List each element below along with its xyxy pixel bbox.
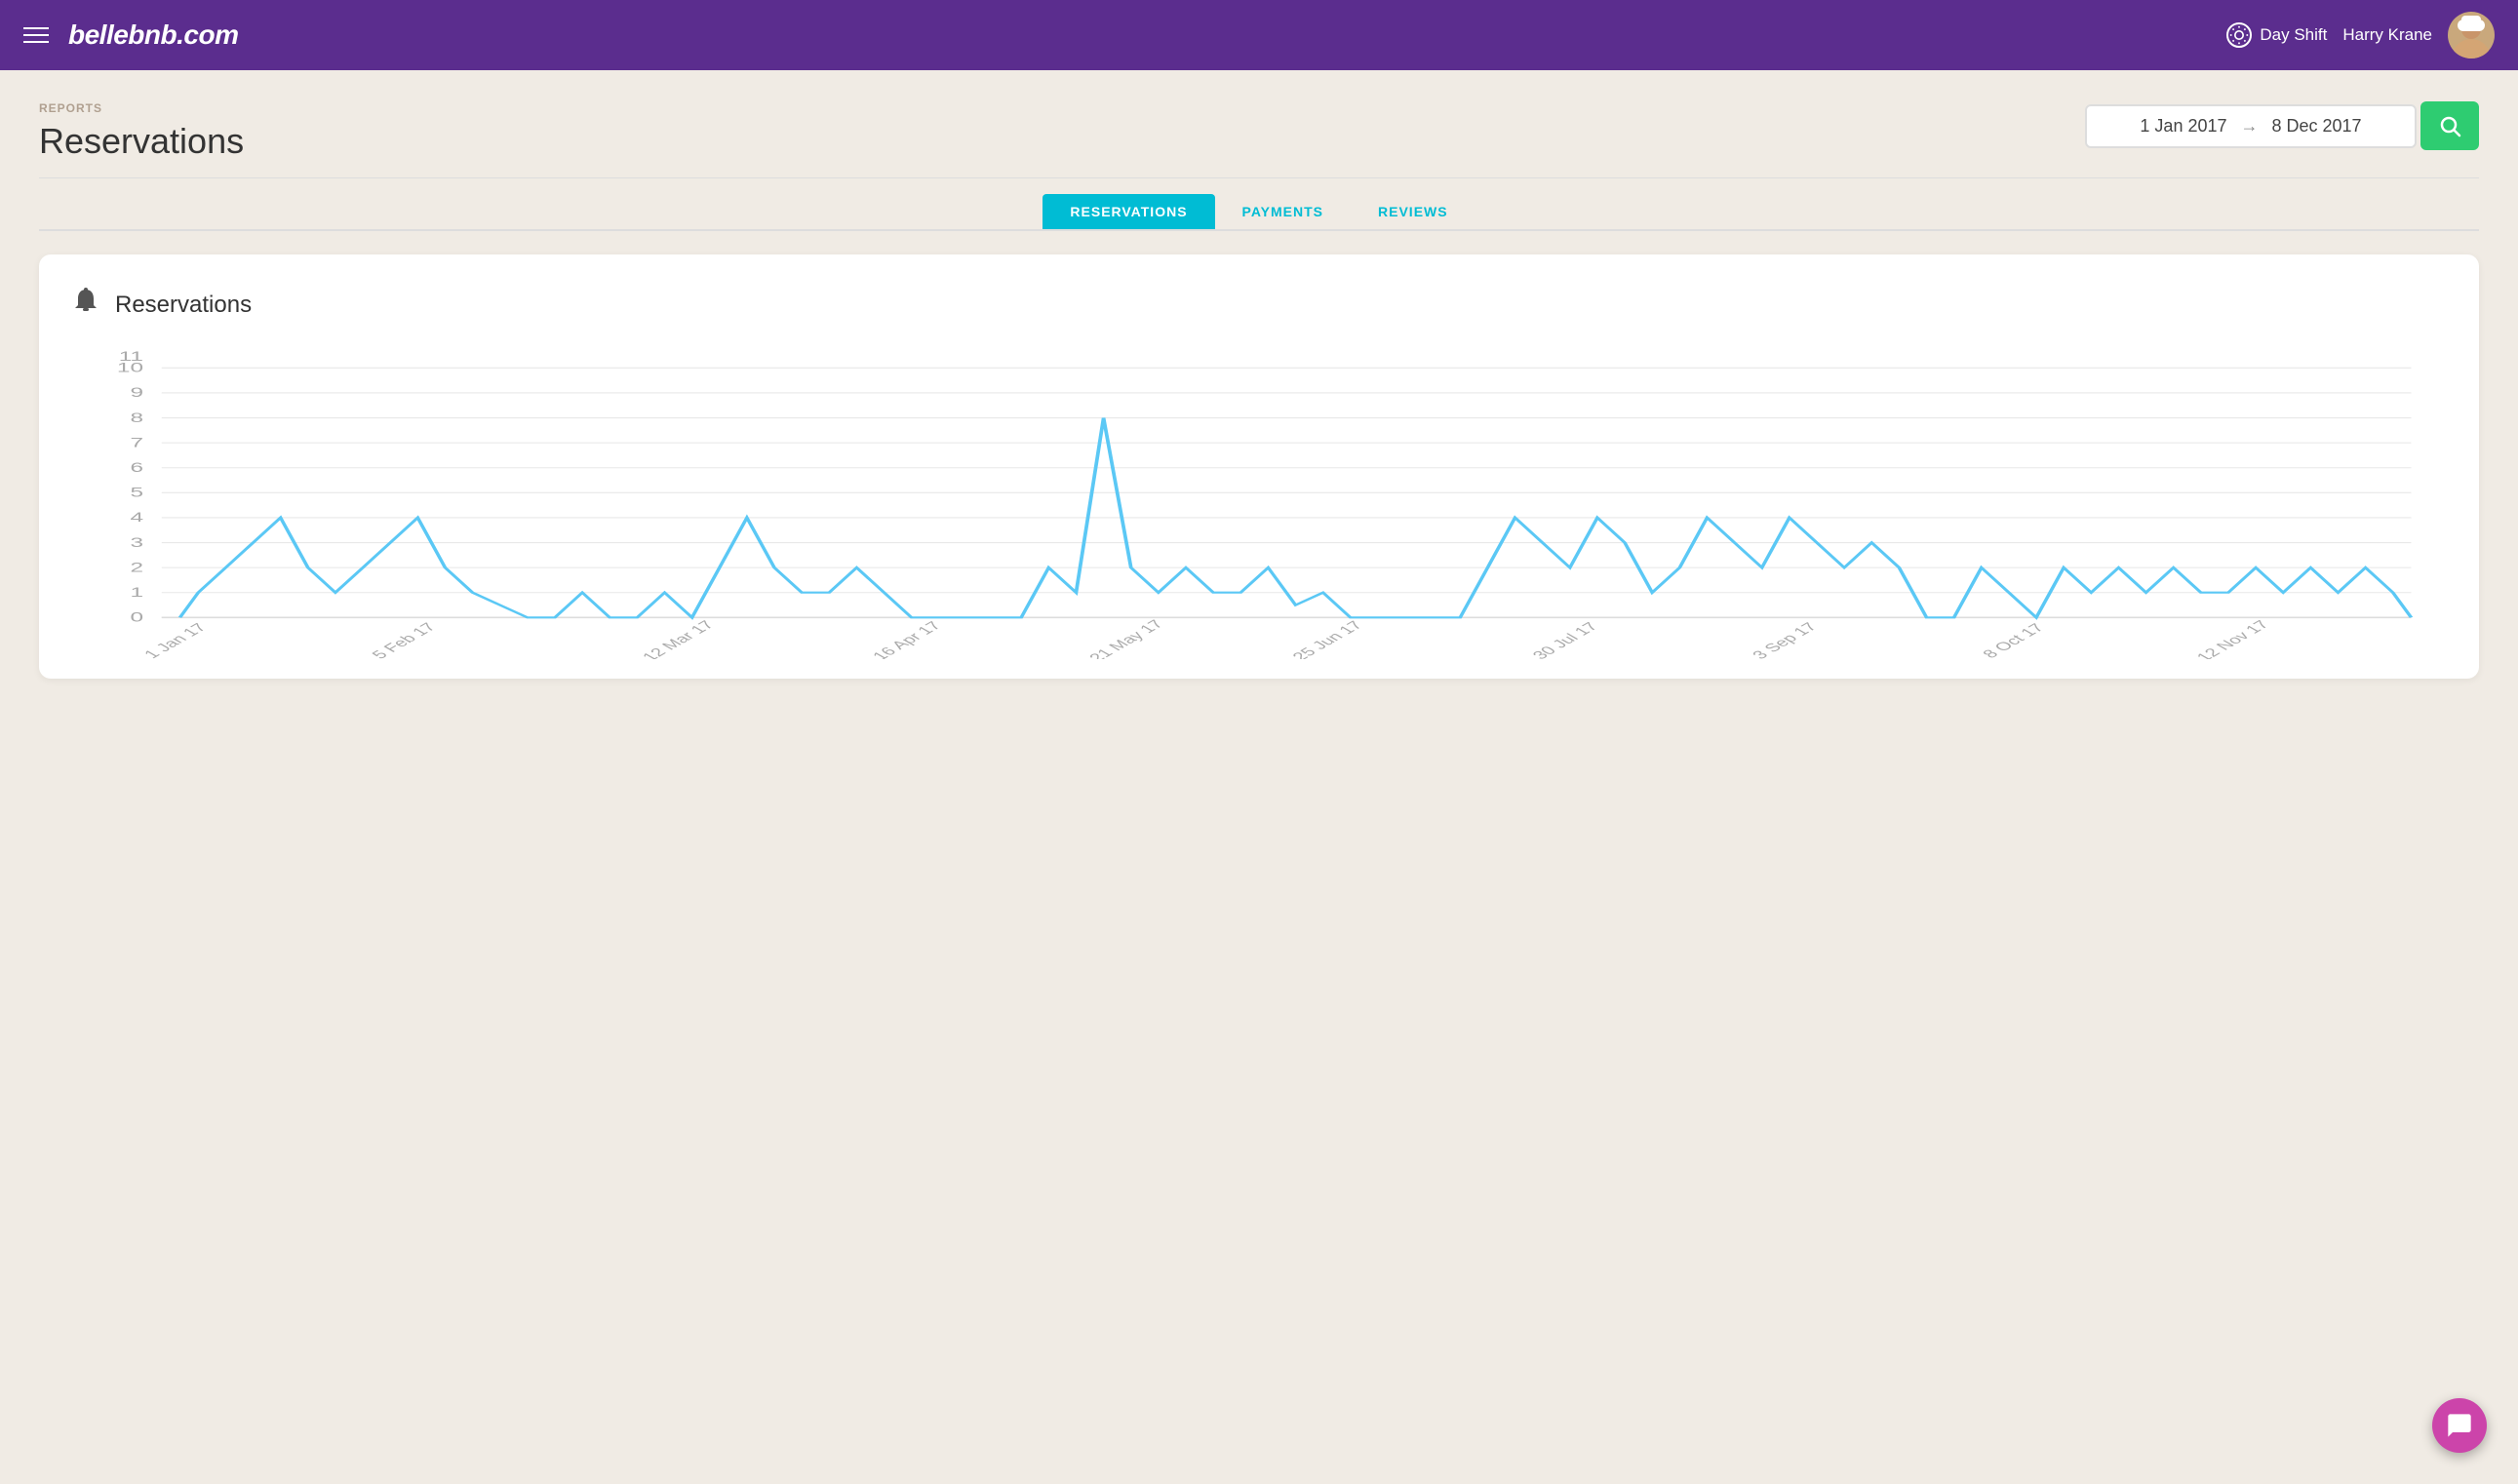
- svg-text:21 May 17: 21 May 17: [1085, 617, 1168, 659]
- day-shift-toggle[interactable]: Day Shift: [2226, 22, 2327, 48]
- svg-text:16 Apr 17: 16 Apr 17: [868, 619, 945, 659]
- avatar[interactable]: [2448, 12, 2495, 59]
- date-search-row: 1 Jan 2017 → 8 Dec 2017: [2085, 101, 2479, 150]
- header-divider: [39, 177, 2479, 178]
- svg-text:25 Jun 17: 25 Jun 17: [1288, 618, 1367, 659]
- svg-text:7: 7: [130, 436, 143, 450]
- chart-title-text: Reservations: [115, 292, 252, 319]
- svg-text:30 Jul 17: 30 Jul 17: [1528, 620, 1602, 659]
- svg-text:3 Sep 17: 3 Sep 17: [1749, 620, 1822, 659]
- day-shift-icon: [2226, 22, 2252, 48]
- svg-text:3: 3: [130, 535, 143, 550]
- app-header: bellebnb.com Day Shift Harry Krane: [0, 0, 2518, 70]
- svg-text:0: 0: [130, 610, 143, 625]
- chart-card: Reservations 0 1 2: [39, 254, 2479, 679]
- svg-text:2: 2: [130, 561, 143, 575]
- svg-text:1: 1: [130, 585, 143, 600]
- tab-reviews[interactable]: REVIEWS: [1351, 194, 1475, 229]
- menu-button[interactable]: [23, 27, 49, 43]
- username-label: Harry Krane: [2342, 25, 2432, 45]
- svg-text:8 Oct 17: 8 Oct 17: [1979, 621, 2049, 659]
- search-button[interactable]: [2420, 101, 2479, 150]
- chat-icon: [2446, 1412, 2473, 1439]
- chat-button[interactable]: [2432, 1398, 2487, 1453]
- chart-title-row: Reservations: [70, 286, 2448, 324]
- chart-svg: 0 1 2 3 4 5 6 7 8 9 10 11 1 Jan 17 5 Feb…: [70, 347, 2448, 659]
- main-content: REPORTS Reservations 1 Jan 2017 → 8 Dec …: [0, 70, 2518, 710]
- svg-text:5: 5: [130, 486, 143, 500]
- svg-text:12 Mar 17: 12 Mar 17: [638, 618, 718, 659]
- day-shift-label: Day Shift: [2260, 25, 2327, 45]
- search-icon: [2438, 114, 2461, 137]
- date-range-picker[interactable]: 1 Jan 2017 → 8 Dec 2017: [2085, 104, 2417, 148]
- svg-text:5 Feb 17: 5 Feb 17: [368, 620, 440, 659]
- page-title: Reservations: [39, 121, 244, 162]
- svg-text:6: 6: [130, 460, 143, 475]
- date-start: 1 Jan 2017: [2140, 116, 2226, 137]
- date-end: 8 Dec 2017: [2272, 116, 2362, 137]
- chart-container: 0 1 2 3 4 5 6 7 8 9 10 11 1 Jan 17 5 Feb…: [70, 347, 2448, 659]
- svg-text:4: 4: [130, 510, 143, 525]
- page-header: REPORTS Reservations 1 Jan 2017 → 8 Dec …: [39, 101, 2479, 162]
- svg-text:9: 9: [130, 385, 143, 400]
- app-logo: bellebnb.com: [68, 20, 238, 51]
- tab-payments[interactable]: PAYMENTS: [1215, 194, 1351, 229]
- svg-text:12 Nov 17: 12 Nov 17: [2192, 618, 2273, 659]
- svg-text:8: 8: [130, 410, 143, 425]
- svg-text:1 Jan 17: 1 Jan 17: [140, 621, 211, 659]
- breadcrumb: REPORTS: [39, 101, 244, 115]
- date-arrow: →: [2241, 116, 2259, 137]
- svg-text:11: 11: [119, 349, 143, 364]
- tab-reservations[interactable]: RESERVATIONS: [1043, 194, 1214, 229]
- tabs-row: RESERVATIONS PAYMENTS REVIEWS: [39, 194, 2479, 231]
- bell-icon: [70, 286, 101, 324]
